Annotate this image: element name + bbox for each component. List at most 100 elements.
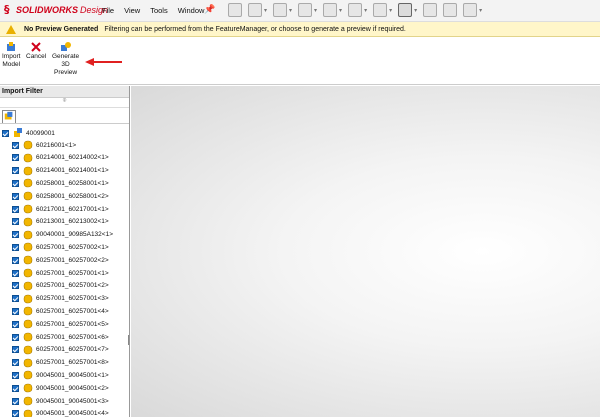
tree-item[interactable]: 90045001_90045001<3>: [12, 395, 109, 407]
import-filter-panel: Import Filter ⌾ 40099001 60216001<1> 6021…: [0, 86, 130, 417]
generate-3d-preview-button[interactable]: Generate 3D Preview: [52, 42, 79, 77]
part-icon: [23, 281, 33, 291]
tree-item-label: 60257001_60257001<7>: [36, 346, 109, 354]
new-document-icon[interactable]: [248, 3, 262, 17]
chevron-down-icon[interactable]: ▾: [389, 7, 392, 14]
tree-item[interactable]: 60213001_60213002<1>: [12, 216, 109, 228]
checkbox[interactable]: [12, 371, 19, 379]
generate-preview-icon: [60, 42, 71, 51]
tree-item[interactable]: 90045001_90045001<1>: [12, 369, 109, 381]
tree-item[interactable]: 90040001_90985A132<1>: [12, 229, 113, 241]
checkbox[interactable]: [12, 243, 19, 251]
checkbox[interactable]: [12, 384, 19, 392]
options-gear-icon[interactable]: [463, 3, 478, 17]
tree-item[interactable]: 60216001<1>: [12, 139, 76, 151]
checkbox[interactable]: [12, 205, 19, 213]
tree-root[interactable]: 40099001: [2, 127, 55, 139]
tree-item-label: 60257001_60257002<2>: [36, 256, 109, 264]
menu-view[interactable]: View: [124, 6, 140, 15]
logo-brand: SOLIDWORKS: [16, 5, 78, 15]
checkbox[interactable]: [12, 192, 19, 200]
undo-icon[interactable]: [348, 3, 363, 17]
part-icon: [23, 383, 33, 393]
tree-item-label: 90045001_90045001<4>: [36, 410, 109, 417]
file-properties-icon[interactable]: [443, 3, 458, 17]
print-icon[interactable]: [323, 3, 338, 17]
graphics-viewport[interactable]: [131, 86, 600, 417]
checkbox[interactable]: [12, 295, 19, 303]
tree-item[interactable]: 60214001_60214002<1>: [12, 152, 109, 164]
checkbox[interactable]: [12, 218, 19, 226]
featuremanager-tab[interactable]: [2, 110, 16, 123]
checkbox[interactable]: [12, 141, 19, 149]
checkbox[interactable]: [12, 397, 19, 405]
tree-item[interactable]: 60258001_60258001<1>: [12, 177, 109, 189]
part-icon: [23, 217, 33, 227]
checkbox[interactable]: [12, 410, 19, 417]
tree-item[interactable]: 60257001_60257002<2>: [12, 254, 109, 266]
warning-title: No Preview Generated: [24, 25, 99, 33]
tree-item-label: 60216001<1>: [36, 141, 77, 149]
tree-item-label: 60257001_60257001<4>: [36, 307, 109, 315]
checkbox[interactable]: [12, 154, 19, 162]
tree-item[interactable]: 60257001_60257001<5>: [12, 318, 109, 330]
tree-item[interactable]: 60214001_60214001<1>: [12, 165, 109, 177]
panel-tabs: [0, 108, 129, 124]
tree-item[interactable]: 60257001_60257001<7>: [12, 344, 109, 356]
part-icon: [23, 307, 33, 316]
open-icon[interactable]: [273, 3, 288, 17]
pin-icon[interactable]: 📌: [204, 4, 215, 15]
import-model-button[interactable]: Import Model: [2, 42, 20, 69]
redo-icon[interactable]: [373, 3, 388, 17]
chevron-down-icon[interactable]: ▾: [339, 7, 342, 14]
tree-item-label: 60257001_60257001<8>: [36, 359, 109, 367]
checkbox[interactable]: [12, 269, 19, 277]
home-icon[interactable]: [228, 3, 242, 17]
tree-item[interactable]: 60257001_60257001<4>: [12, 305, 109, 317]
checkbox[interactable]: [12, 231, 19, 239]
cancel-button[interactable]: Cancel: [26, 42, 46, 61]
chevron-down-icon[interactable]: ▾: [364, 7, 367, 14]
menu-window[interactable]: Window: [178, 6, 205, 15]
checkbox[interactable]: [12, 346, 19, 354]
chevron-down-icon[interactable]: ▾: [314, 7, 317, 14]
warning-message: Filtering can be performed from the Feat…: [104, 25, 406, 33]
tree-item[interactable]: 90045001_90045001<2>: [12, 382, 109, 394]
chevron-down-icon[interactable]: ▾: [289, 7, 292, 14]
checkbox[interactable]: [12, 167, 19, 175]
chevron-down-icon[interactable]: ▾: [414, 7, 417, 14]
checkbox[interactable]: [12, 282, 19, 290]
menu-tools[interactable]: Tools: [150, 6, 168, 15]
chevron-down-icon[interactable]: ▾: [264, 7, 267, 14]
rebuild-icon[interactable]: [423, 3, 438, 17]
part-icon: [23, 230, 33, 239]
save-icon[interactable]: [298, 3, 313, 17]
tree-item[interactable]: 60257001_60257001<2>: [12, 280, 109, 292]
checkbox[interactable]: [12, 320, 19, 328]
checkbox[interactable]: [12, 256, 19, 264]
tree-item[interactable]: 60257001_60257001<1>: [12, 267, 109, 279]
tree-item[interactable]: 90045001_90045001<4>: [12, 408, 109, 417]
tree-item[interactable]: 60257001_60257001<8>: [12, 357, 109, 369]
checkbox[interactable]: [12, 307, 19, 315]
cancel-label: Cancel: [26, 53, 47, 60]
menu-file[interactable]: File: [102, 6, 114, 15]
checkbox[interactable]: [2, 129, 9, 137]
checkbox[interactable]: [12, 179, 19, 187]
checkbox[interactable]: [12, 359, 19, 367]
menu-bar: File View Tools Window: [102, 6, 204, 15]
assembly-icon: [4, 111, 13, 120]
select-pointer-icon[interactable]: [398, 3, 413, 17]
tree-item[interactable]: 60217001_60217001<1>: [12, 203, 109, 215]
import-label-line2: Model: [2, 61, 21, 68]
tree-item[interactable]: 60258001_60258001<2>: [12, 190, 109, 202]
tree-item[interactable]: 60257001_60257001<3>: [12, 293, 109, 305]
panel-grip[interactable]: ⌾: [0, 98, 129, 108]
tree-item[interactable]: 60257001_60257001<6>: [12, 331, 109, 343]
part-icon: [23, 243, 33, 252]
tree-item[interactable]: 60257001_60257002<1>: [12, 241, 109, 253]
part-icon: [23, 332, 33, 342]
panel-title: Import Filter: [0, 86, 129, 98]
checkbox[interactable]: [12, 333, 19, 341]
chevron-down-icon[interactable]: ▾: [479, 7, 482, 14]
